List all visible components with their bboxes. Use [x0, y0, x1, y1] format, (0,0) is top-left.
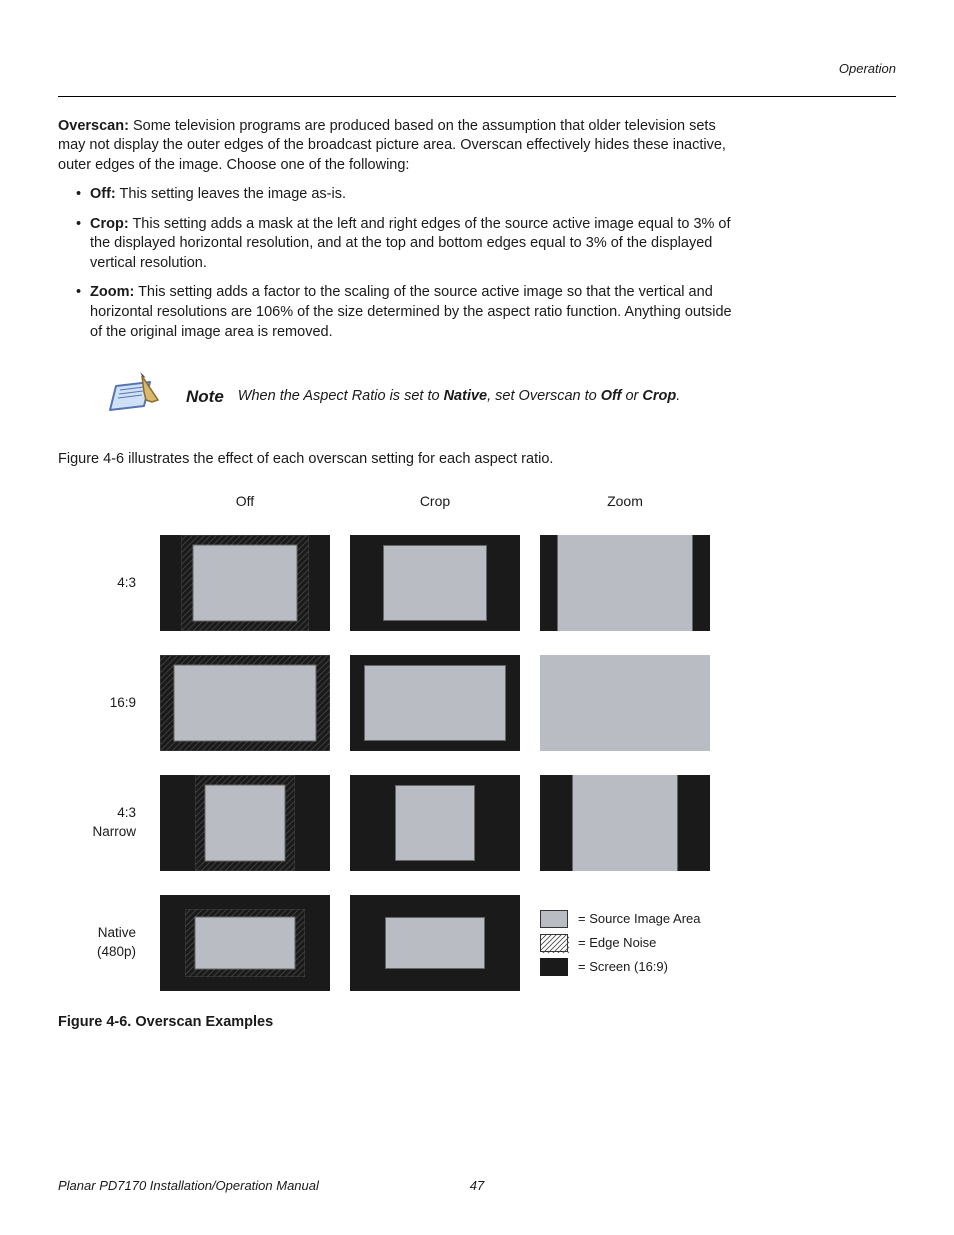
row-label-16-9: 16:9: [70, 694, 150, 712]
overscan-intro-text: Some television programs are produced ba…: [58, 118, 726, 173]
note-label: Note: [186, 386, 224, 409]
row-native: Native (480p) = Source Image Area: [70, 895, 896, 991]
legend-source: = Source Image Area: [540, 910, 701, 928]
col-header-crop: Crop: [340, 492, 530, 511]
note-block: Note When the Aspect Ratio is set to Nat…: [102, 372, 742, 422]
footer-title: Planar PD7170 Installation/Operation Man…: [58, 1177, 319, 1195]
col-header-off: Off: [150, 492, 340, 511]
row-16-9: 16:9: [70, 655, 896, 751]
figure-caption: Figure 4-6. Overscan Examples: [58, 1013, 896, 1033]
overscan-grid: Off Crop Zoom 4:3 16:9: [70, 492, 896, 991]
legend-edge: = Edge Noise: [540, 934, 701, 952]
swatch-source-icon: [540, 910, 568, 928]
col-header-zoom: Zoom: [530, 492, 720, 511]
off-label: Off:: [90, 186, 116, 202]
overscan-label: Overscan:: [58, 118, 129, 134]
diagram-4-3-zoom: [540, 535, 710, 631]
diagram-4-3-crop: [350, 535, 520, 631]
note-icon: [102, 372, 172, 422]
list-item-zoom: Zoom: This setting adds a factor to the …: [76, 283, 736, 342]
crop-text: This setting adds a mask at the left and…: [90, 216, 731, 271]
diagram-narrow-zoom: [540, 775, 710, 871]
column-headers: Off Crop Zoom: [150, 492, 896, 511]
row-label-native: Native (480p): [70, 924, 150, 960]
overscan-list: Off: This setting leaves the image as-is…: [76, 185, 738, 342]
section-header: Operation: [58, 60, 896, 78]
row-label-4-3: 4:3: [70, 574, 150, 592]
diagram-native-off: [160, 895, 330, 991]
row-label-4-3-narrow: 4:3 Narrow: [70, 804, 150, 840]
list-item-off: Off: This setting leaves the image as-is…: [76, 185, 736, 205]
diagram-16-9-crop: [350, 655, 520, 751]
page-footer: Planar PD7170 Installation/Operation Man…: [58, 1177, 896, 1195]
crop-label: Crop:: [90, 216, 129, 232]
row-4-3: 4:3: [70, 535, 896, 631]
list-item-crop: Crop: This setting adds a mask at the le…: [76, 215, 736, 274]
figure-intro: Figure 4-6 illustrates the effect of eac…: [58, 450, 896, 470]
header-rule: [58, 96, 896, 97]
diagram-4-3-off: [160, 535, 330, 631]
diagram-narrow-off: [160, 775, 330, 871]
zoom-label: Zoom:: [90, 284, 134, 300]
swatch-screen-icon: [540, 958, 568, 976]
legend: = Source Image Area = Edge Noise = Scree…: [540, 910, 701, 976]
swatch-edge-icon: [540, 934, 568, 952]
diagram-16-9-off: [160, 655, 330, 751]
row-4-3-narrow: 4:3 Narrow: [70, 775, 896, 871]
diagram-narrow-crop: [350, 775, 520, 871]
footer-page-number: 47: [470, 1177, 484, 1195]
legend-screen: = Screen (16:9): [540, 958, 701, 976]
zoom-text: This setting adds a factor to the scalin…: [90, 284, 732, 339]
diagram-16-9-zoom: [540, 655, 710, 751]
note-text: When the Aspect Ratio is set to Native, …: [238, 387, 680, 407]
diagram-native-crop: [350, 895, 520, 991]
overscan-intro: Overscan: Some television programs are p…: [58, 117, 738, 176]
off-text: This setting leaves the image as-is.: [120, 186, 346, 202]
